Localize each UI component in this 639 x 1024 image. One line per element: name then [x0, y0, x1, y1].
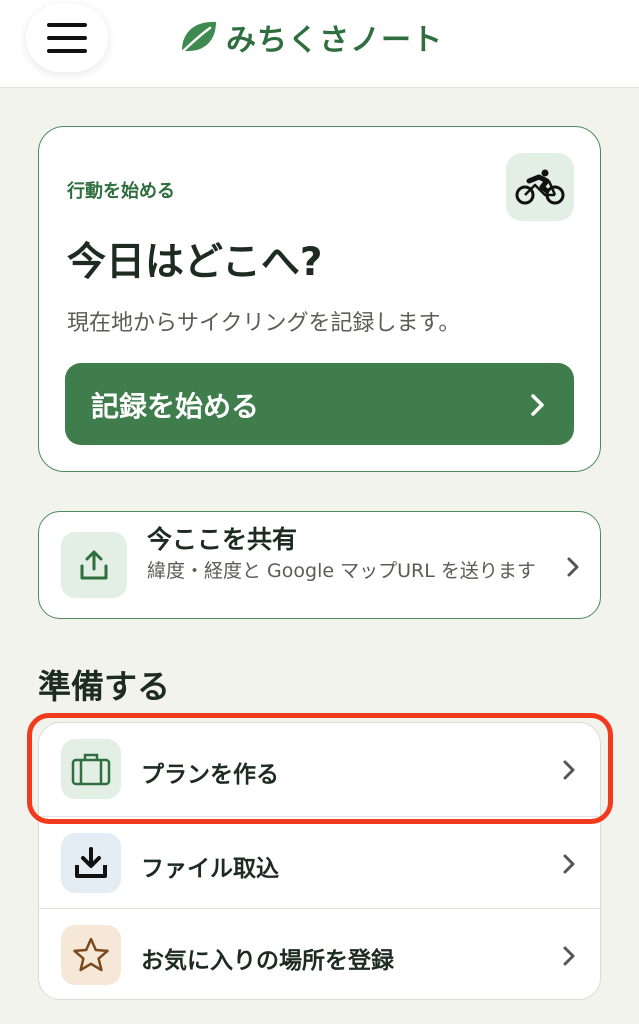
menu-button[interactable]	[26, 4, 108, 72]
list-item-label: お気に入りの場所を登録	[141, 948, 394, 974]
chevron-right-icon	[563, 854, 575, 874]
share-title: 今ここを共有	[147, 525, 298, 554]
list-item-create-plan[interactable]: プランを作る	[39, 723, 600, 815]
chevron-right-icon	[531, 394, 544, 416]
chevron-right-icon	[563, 946, 575, 966]
leaf-icon	[180, 21, 216, 54]
chevron-right-icon	[563, 760, 575, 780]
share-description: 緯度・経度と Google マップURL を送ります	[147, 560, 536, 582]
start-recording-button[interactable]: 記録を始める	[65, 363, 574, 445]
brand: みちくさノート	[178, 14, 443, 60]
star-icon	[73, 937, 109, 972]
list-item-label: ファイル取込	[141, 856, 279, 882]
chevron-right-icon	[567, 557, 579, 577]
start-recording-label: 記録を始める	[91, 390, 260, 423]
list-item-register-favorite[interactable]: お気に入りの場所を登録	[39, 908, 600, 999]
share-upload-icon	[80, 550, 108, 580]
share-location-card[interactable]: 今ここを共有 緯度・経度と Google マップURL を送ります	[38, 511, 601, 619]
start-activity-card: 行動を始める 今日はどこへ? 現在地からサイクリングを記録します。 記録を始める	[38, 126, 601, 472]
suitcase-icon	[71, 753, 111, 786]
hamburger-menu-icon	[47, 23, 87, 53]
prepare-list: プランを作る ファイル取込 お気に入りの場所を登録	[38, 722, 601, 1000]
app-header: みちくさノート	[0, 0, 639, 88]
list-item-label: プランを作る	[141, 762, 279, 788]
download-icon-tile	[61, 833, 121, 893]
share-icon-tile	[61, 532, 127, 598]
star-icon-tile	[61, 925, 121, 985]
suitcase-icon-tile	[61, 739, 121, 799]
app-name: みちくさノート	[226, 23, 443, 58]
hero-description: 現在地からサイクリングを記録します。	[67, 311, 461, 336]
hero-title: 今日はどこへ?	[67, 240, 323, 285]
cyclist-icon	[515, 169, 565, 205]
card-label: 行動を始める	[67, 181, 175, 202]
download-icon	[75, 847, 107, 878]
cyclist-icon-tile	[506, 153, 574, 221]
section-title: 準備する	[38, 667, 170, 706]
list-item-import-file[interactable]: ファイル取込	[39, 816, 600, 908]
